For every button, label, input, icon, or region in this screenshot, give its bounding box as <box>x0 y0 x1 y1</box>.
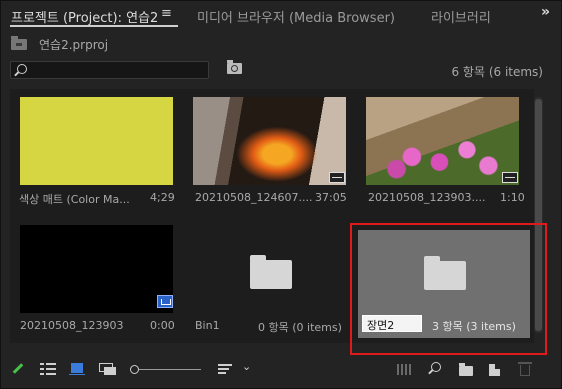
icon-view-icon[interactable] <box>69 363 85 375</box>
tab-media-browser[interactable]: 미디어 브라우저 (Media Browser) <box>197 7 395 26</box>
active-tab-indicator <box>10 25 178 27</box>
project-item-video-2[interactable]: 20210508_123903.... 1:10 <box>356 89 528 209</box>
bottom-toolbar: ⌄ <box>1 351 561 387</box>
project-item-sequence[interactable]: 20210508_123903 0:00 <box>10 217 182 337</box>
folder-icon <box>250 255 292 289</box>
tab-overflow-icon[interactable]: » <box>541 4 550 20</box>
color-matte-thumbnail <box>20 97 173 185</box>
panel-tab-bar: 프로젝트 (Project): 연습2 ≡ 미디어 브라우저 (Media Br… <box>1 1 561 29</box>
project-panel: 프로젝트 (Project): 연습2 ≡ 미디어 브라우저 (Media Br… <box>0 0 562 389</box>
item-duration: 4;29 <box>150 191 175 204</box>
new-item-icon[interactable] <box>489 364 500 376</box>
item-name: 20210508_123903.... <box>368 191 486 204</box>
item-duration: 37:05 <box>315 191 347 204</box>
item-name: 20210508_124607.... <box>195 191 313 204</box>
list-view-icon[interactable] <box>40 363 56 375</box>
chevron-down-icon[interactable]: ⌄ <box>242 360 251 373</box>
project-filename: 연습2.prproj <box>39 38 109 52</box>
project-item-video-1[interactable]: 20210508_124607.... 37:05 <box>183 89 355 209</box>
search-icon <box>17 64 27 74</box>
new-bin-icon[interactable] <box>459 363 473 376</box>
sequence-thumbnail <box>20 225 173 313</box>
item-duration: 0:00 <box>150 319 175 332</box>
freeform-view-icon[interactable] <box>99 363 116 375</box>
zoom-slider-handle[interactable] <box>130 365 139 374</box>
new-search-bin-icon[interactable] <box>227 60 242 74</box>
item-count: 0 항목 (0 items) <box>258 321 342 334</box>
automate-to-sequence-icon <box>397 364 413 375</box>
zoom-slider[interactable] <box>139 369 201 370</box>
tab-libraries[interactable]: 라이브러리 <box>431 7 491 26</box>
sequence-badge-icon <box>157 295 173 308</box>
item-name: Bin1 <box>195 319 220 332</box>
tab-project[interactable]: 프로젝트 (Project): 연습2 <box>11 7 158 26</box>
item-name: 색상 매트 (Color Ma... <box>19 193 130 206</box>
video-audio-badge-icon <box>502 172 518 183</box>
project-item-color-matte[interactable]: 색상 매트 (Color Ma... 4;29 <box>10 89 182 209</box>
item-duration: 1:10 <box>500 191 525 204</box>
video-thumbnail <box>366 97 519 185</box>
item-count: 6 항목 (6 items) <box>451 65 543 79</box>
selection-highlight-box <box>350 223 547 355</box>
find-icon[interactable] <box>431 362 441 372</box>
search-input[interactable] <box>10 61 209 79</box>
pencil-icon[interactable] <box>12 363 24 374</box>
trash-icon <box>518 362 532 376</box>
video-thumbnail <box>193 97 346 185</box>
project-item-bin1[interactable]: Bin1 0 항목 (0 items) <box>183 217 355 337</box>
panel-menu-icon[interactable]: ≡ <box>161 6 172 21</box>
item-name: 20210508_123903 <box>20 319 124 332</box>
project-bin-icon <box>11 36 27 50</box>
video-audio-badge-icon <box>329 172 345 183</box>
sort-icon[interactable] <box>218 364 232 374</box>
